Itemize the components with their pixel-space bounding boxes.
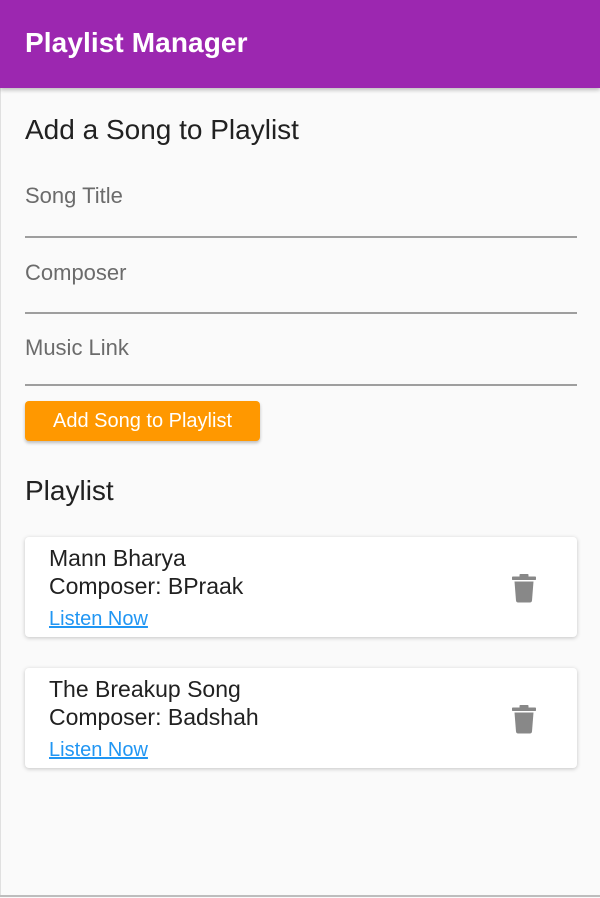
bottom-divider	[0, 895, 600, 897]
composer-field[interactable]	[25, 260, 577, 314]
music-link-input[interactable]	[25, 335, 577, 361]
composer-input[interactable]	[25, 260, 577, 286]
song-composer: Composer: Badshah	[49, 704, 259, 731]
song-title: Mann Bharya	[49, 545, 186, 571]
add-song-heading: Add a Song to Playlist	[25, 114, 299, 145]
composer-label: Composer:	[49, 704, 162, 730]
song-title-input[interactable]	[25, 183, 577, 209]
composer-name: Badshah	[167, 704, 259, 730]
song-title: The Breakup Song	[49, 676, 241, 702]
composer-name: BPraak	[167, 573, 244, 599]
playlist-item: The Breakup Song Composer: Badshah Liste…	[25, 668, 577, 768]
song-title-field[interactable]	[25, 183, 577, 238]
composer-label: Composer:	[49, 573, 162, 599]
song-composer: Composer: BPraak	[49, 573, 243, 600]
playlist-heading: Playlist	[25, 475, 114, 506]
music-link-field[interactable]	[25, 335, 577, 386]
listen-now-link[interactable]: Listen Now	[49, 739, 148, 762]
listen-now-link[interactable]: Listen Now	[49, 608, 148, 631]
playlist-item: Mann Bharya Composer: BPraak Listen Now	[25, 537, 577, 637]
delete-song-button[interactable]	[512, 573, 536, 603]
delete-song-button[interactable]	[512, 704, 536, 734]
app-title: Playlist Manager	[25, 27, 248, 58]
add-song-button[interactable]: Add Song to Playlist	[25, 401, 260, 441]
left-edge	[0, 88, 1, 896]
trash-icon	[512, 705, 536, 734]
trash-icon	[512, 574, 536, 603]
app-bar: Playlist Manager	[0, 0, 600, 88]
